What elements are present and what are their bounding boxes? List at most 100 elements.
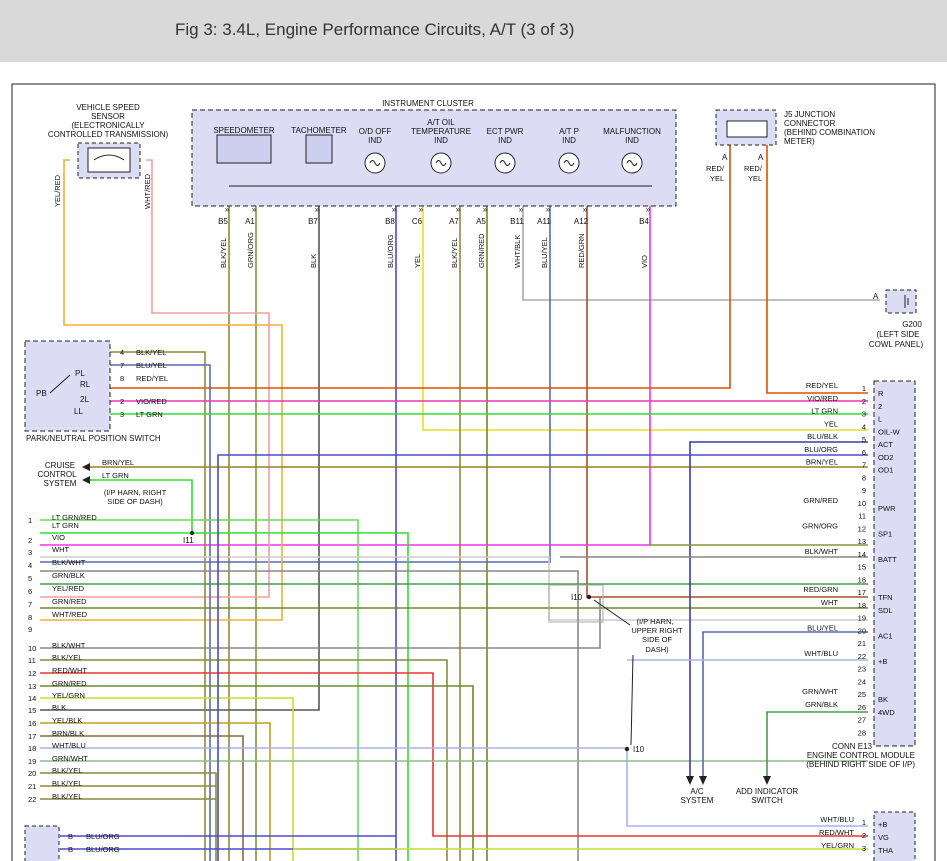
left-pin-num: 5: [28, 574, 32, 583]
br-pin-name: THA: [878, 846, 893, 855]
left-pin-num: 12: [28, 669, 36, 678]
pn-pin-wire: RED/YEL: [136, 374, 168, 383]
ecm-pin-name: 2: [878, 402, 882, 411]
connector-chevron-icon: »: [225, 205, 230, 214]
left-pin-wire: GRN/RED: [52, 597, 87, 606]
ecm-pin-wire: WHT: [821, 598, 838, 607]
pn-pin-wire: BLU/YEL: [136, 361, 167, 370]
arrow-down-icon: [686, 776, 694, 785]
left-pin-num: 4: [28, 561, 32, 570]
vss-label-2: SENSOR: [91, 112, 125, 121]
cluster-wire-label: BLK: [309, 254, 318, 268]
ecm-pin-num: 9: [862, 486, 866, 495]
pn-pin-wire: LT GRN: [136, 410, 163, 419]
bottom-left-box: [24, 825, 60, 861]
i10-splice: I10 (I/P HARN, UPPER RIGHT SIDE OF DASH)…: [548, 584, 683, 754]
cluster-wire-label: BLU/YEL: [540, 237, 549, 268]
arrow-left-icon: [82, 463, 90, 471]
cluster-pin-label: B8: [385, 217, 395, 226]
bl-pin: B: [68, 845, 73, 854]
left-pin-num: 20: [28, 769, 36, 778]
engine-control-module: 1RED/YELR2VIO/RED23LT GRNL4YELOIL-W5BLU/…: [802, 380, 916, 769]
arrow-down-icon: [763, 776, 771, 785]
ecm-pin-wire: GRN/RED: [803, 496, 838, 505]
left-pin-wire: WHT/BLU: [52, 741, 86, 750]
ecm-pin-wire: BLU/YEL: [807, 623, 838, 632]
g200-label-2: (LEFT SIDE: [877, 330, 920, 339]
ecm-pin-wire: LT GRN: [811, 407, 838, 416]
wiring-diagram: INSTRUMENT CLUSTER SPEEDOMETER TACHOMETE…: [11, 83, 936, 861]
vehicle-speed-sensor: VEHICLE SPEED SENSOR (ELECTRONICALLY CON…: [48, 103, 169, 209]
cluster-wire-label: GRN/RED: [477, 233, 486, 268]
indicator-label: TEMPERATURE: [411, 127, 471, 136]
park-neutral-switch: PB PL RL 2L LL PARK/NEUTRAL POSITION SWI…: [24, 340, 168, 443]
cluster-pin-label: C6: [412, 217, 423, 226]
ecm-label-2: ENGINE CONTROL MODULE: [807, 751, 915, 760]
left-pin-num: 1: [28, 516, 32, 525]
cluster-pin-label: A5: [476, 217, 486, 226]
left-pin-wire: BLK/YEL: [52, 792, 82, 801]
wire-blk: [40, 206, 320, 711]
ecm-pin-wire: BLK/WHT: [805, 547, 839, 556]
vss-wire-right-label: WHT/RED: [143, 173, 152, 209]
instrument-cluster: INSTRUMENT CLUSTER SPEEDOMETER TACHOMETE…: [191, 99, 677, 207]
j5-label-2: CONNECTOR: [784, 119, 836, 128]
left-pin-num: 22: [28, 795, 36, 804]
left-pin-num: 13: [28, 682, 36, 691]
pn-switch-label: PARK/NEUTRAL POSITION SWITCH: [26, 434, 161, 443]
ecm-pin-name: ACT: [878, 440, 893, 449]
left-pin-num: 15: [28, 706, 36, 715]
indicator-label: IND: [498, 136, 512, 145]
vss-label-3: (ELECTRONICALLY: [71, 121, 145, 130]
indicator-label: IND: [368, 136, 382, 145]
left-pin-wire: BLK/YEL: [52, 653, 82, 662]
ac-label-1: A/C: [690, 787, 704, 796]
wire-group: [40, 145, 880, 861]
cluster-wire-label: YEL: [413, 254, 422, 268]
ecm-pin-name: SDL: [878, 606, 893, 615]
connector-chevron-icon: »: [252, 205, 257, 214]
left-pin-num: 2: [28, 536, 32, 545]
br-pin-name: VG: [878, 833, 889, 842]
cluster-wire-label: BLK/YEL: [450, 238, 459, 268]
j5-label-4: METER): [784, 137, 815, 146]
cluster-wire-label: VIO: [640, 255, 649, 268]
bottom-left-connector: B BLU/ORG B BLU/ORG: [24, 825, 120, 861]
left-pin-num: 11: [28, 656, 36, 665]
pn-pos-pl: PL: [75, 369, 85, 378]
cluster-pin-label: A1: [245, 217, 255, 226]
ecm-pin-wire: GRN/ORG: [802, 521, 838, 530]
ecm-pin-num: 26: [858, 703, 866, 712]
left-pin-wire: BRN/BLK: [52, 729, 84, 738]
cluster-pin-label: B11: [510, 217, 524, 226]
pn-pin-num: 3: [120, 410, 124, 419]
i10-label: I10: [571, 593, 583, 602]
ecm-label-3: (BEHIND RIGHT SIDE OF I/P): [806, 760, 915, 769]
ecm-pin-name: AC1: [878, 631, 893, 640]
left-pin-num: 19: [28, 757, 36, 766]
j5-wire-2b: YEL: [748, 174, 762, 183]
connector-chevron-icon: »: [519, 205, 524, 214]
left-pin-wire: YEL/RED: [52, 584, 85, 593]
left-pin-wire: GRN/WHT: [52, 754, 88, 763]
left-pin-num: 18: [28, 744, 36, 753]
ecm-pin-num: 16: [858, 575, 866, 584]
left-pin-wire: BLK/WHT: [52, 558, 86, 567]
cluster-pin-label: A7: [449, 217, 459, 226]
pn-pin-num: 2: [120, 397, 124, 406]
pn-pos-rl: RL: [80, 380, 91, 389]
cruise-wire-2: LT GRN: [102, 471, 129, 480]
left-pin-num: 3: [28, 548, 32, 557]
left-pin-wire: YEL/GRN: [52, 691, 85, 700]
connector-chevron-icon: »: [646, 205, 651, 214]
left-pin-wire: YEL/BLK: [52, 716, 82, 725]
j5-pin-a-1: A: [722, 153, 728, 162]
cluster-wire-label: GRN/ORG: [246, 232, 255, 268]
i10-splice-point-2: [624, 746, 630, 752]
wire-blu-yel: [40, 206, 551, 563]
j5-bus: [726, 120, 768, 138]
ecm-pin-name: BATT: [878, 555, 897, 564]
left-pin-num: 7: [28, 600, 32, 609]
left-pin-wire: VIO: [52, 533, 65, 542]
cruise-wire-1: BRN/YEL: [102, 458, 134, 467]
